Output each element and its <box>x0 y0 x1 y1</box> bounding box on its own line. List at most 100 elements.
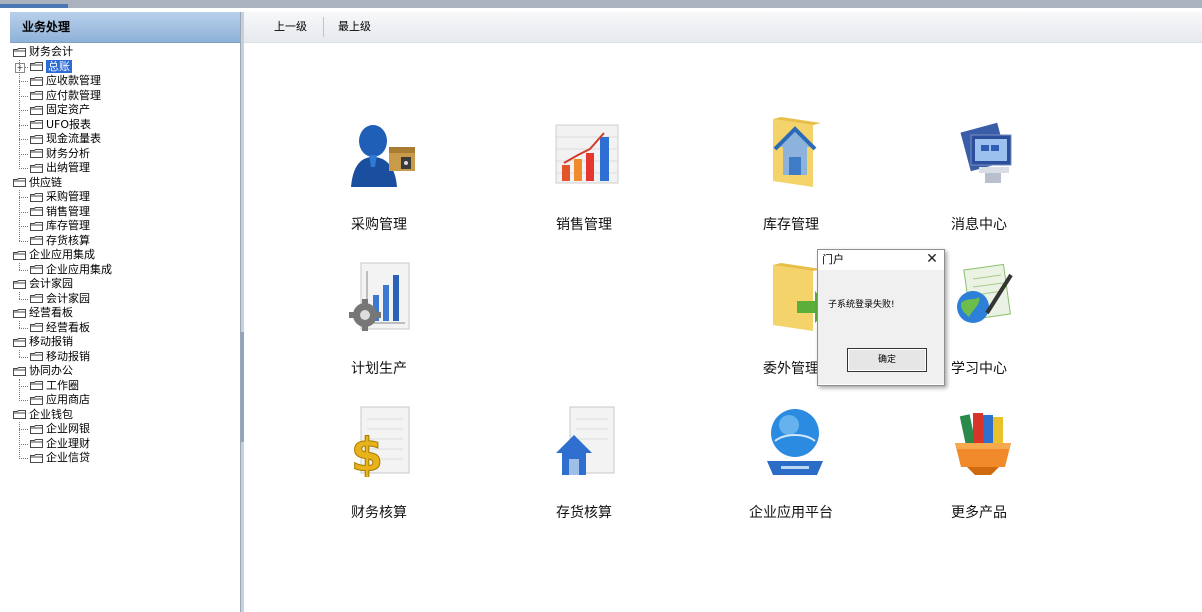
tree-item[interactable]: 会计家园 <box>10 292 240 307</box>
tree-item[interactable]: 应用商店 <box>10 393 240 408</box>
tree-item[interactable]: UFO报表 <box>10 118 240 133</box>
tree-item-label: 库存管理 <box>46 219 90 232</box>
tree-item[interactable]: 应付款管理 <box>10 89 240 104</box>
folder-icon <box>30 163 43 173</box>
tree-item-label: UFO报表 <box>46 117 92 131</box>
tree-group[interactable]: 财务会计 <box>10 45 240 60</box>
folder-icon <box>30 76 43 86</box>
dialog-footer: 确定 <box>818 340 944 384</box>
app-message-center[interactable]: 消息中心 <box>909 117 1049 247</box>
tree-item-label: 应用商店 <box>46 393 90 406</box>
app-label: 计划生产 <box>351 361 407 377</box>
folder-icon <box>30 62 43 71</box>
finance-dollar-icon: $ <box>347 405 415 483</box>
app-label: 库存管理 <box>763 217 819 233</box>
tree-item[interactable]: 销售管理 <box>10 205 240 220</box>
tree-item[interactable]: 企业网银 <box>10 422 240 437</box>
tree-item[interactable]: 企业应用集成 <box>10 263 240 278</box>
tree-item-label: 会计家园 <box>29 277 73 290</box>
app-inventory-mgmt[interactable]: 库存管理 <box>721 117 861 247</box>
dialog-title-bar: 门户 ✕ <box>818 250 944 270</box>
folder-icon <box>13 366 26 376</box>
tree-item-label: 会计家园 <box>46 291 90 305</box>
tree-item[interactable]: 经营看板 <box>10 321 240 336</box>
module-tree: 财务会计 + 总账 应收款管理 应付款管理 固定资产 UFO报表 现金流量表 财务分析 出纳管理供… <box>10 43 240 466</box>
folder-icon <box>30 439 43 448</box>
folder-icon <box>30 265 43 274</box>
tree-item-label: 销售管理 <box>46 204 90 218</box>
tree-group[interactable]: 移动报销 <box>10 335 240 350</box>
tree-connector <box>19 190 20 241</box>
tree-item-label: 现金流量表 <box>46 132 101 145</box>
tree-group[interactable]: 协同办公 <box>10 364 240 379</box>
tree-item-label: 协同办公 <box>29 364 73 377</box>
tree-item[interactable]: 固定资产 <box>10 103 240 118</box>
tree-item[interactable]: 存货核算 <box>10 234 240 249</box>
tree-item-label: 供应链 <box>29 175 62 189</box>
tree-item[interactable]: + 总账 <box>10 59 240 75</box>
tree-group[interactable]: 企业应用集成 <box>10 248 240 263</box>
folder-icon <box>30 453 43 463</box>
tree-group[interactable]: 会计家园 <box>10 277 240 292</box>
tree-item[interactable]: 出纳管理 <box>10 161 240 176</box>
app-inventory-accounting[interactable]: 存货核算 <box>514 405 654 535</box>
tree-item-label: 企业应用集成 <box>46 262 112 276</box>
tree-item[interactable]: 企业信贷 <box>10 451 240 466</box>
app-label: 存货核算 <box>556 505 612 521</box>
ok-button[interactable]: 确定 <box>847 348 927 372</box>
tree-item[interactable]: 企业理财 <box>10 437 240 452</box>
tree-group[interactable]: 企业钱包 <box>10 408 240 423</box>
app-production-plan[interactable]: 计划生产 <box>309 261 449 391</box>
folder-icon <box>30 134 43 144</box>
expand-icon[interactable]: + <box>15 62 25 73</box>
folder-icon <box>30 395 43 405</box>
tree-item-label: 企业应用集成 <box>29 248 95 261</box>
app-label: 采购管理 <box>351 217 407 233</box>
folder-icon <box>30 120 43 129</box>
tree-item-label: 财务会计 <box>29 45 73 58</box>
sales-bar-chart-icon <box>552 117 620 187</box>
folder-icon <box>30 381 43 390</box>
folder-icon <box>30 236 43 245</box>
folder-icon <box>30 323 43 332</box>
app-sales[interactable]: 销售管理 <box>514 117 654 247</box>
app-finance-accounting[interactable]: $ 财务核算 <box>309 405 449 535</box>
tree-item[interactable]: 采购管理 <box>10 190 240 205</box>
top-level-button[interactable]: 最上级 <box>324 12 385 42</box>
app-purchase[interactable]: 采购管理 <box>309 117 449 247</box>
up-one-level-button[interactable]: 上一级 <box>260 12 321 42</box>
tree-group[interactable]: 供应链 <box>10 176 240 191</box>
tree-item[interactable]: 财务分析 <box>10 147 240 162</box>
app-label: 企业应用平台 <box>749 505 833 521</box>
nav-toolbar: 上一级 最上级 <box>244 12 1202 43</box>
tree-item-label: 应付款管理 <box>46 88 101 102</box>
tree-connector <box>19 349 20 357</box>
tree-connector <box>19 59 20 169</box>
tree-item-label: 经营看板 <box>46 320 90 334</box>
more-products-books-icon <box>947 405 1015 475</box>
tree-item-label: 财务分析 <box>46 146 90 160</box>
tree-item[interactable]: 移动报销 <box>10 350 240 365</box>
app-label: 消息中心 <box>951 217 1007 233</box>
folder-icon <box>30 149 43 158</box>
app-more-products[interactable]: 更多产品 <box>909 405 1049 535</box>
tree-item[interactable]: 现金流量表 <box>10 132 240 147</box>
folder-icon <box>13 250 26 260</box>
svg-text:$: $ <box>351 428 383 477</box>
close-icon[interactable]: ✕ <box>926 252 938 266</box>
folder-icon <box>30 221 43 231</box>
tree-item[interactable]: 应收款管理 <box>10 74 240 89</box>
app-enterprise-platform[interactable]: 企业应用平台 <box>721 405 861 535</box>
folder-icon <box>30 352 43 361</box>
tree-connector <box>19 320 20 328</box>
folder-icon <box>30 91 43 100</box>
tree-item[interactable]: 库存管理 <box>10 219 240 234</box>
platform-globe-icon <box>759 405 827 475</box>
tree-item-label: 出纳管理 <box>46 161 90 174</box>
folder-icon <box>30 192 43 202</box>
tree-connector <box>19 378 20 401</box>
folder-icon <box>13 47 26 57</box>
tree-group[interactable]: 经营看板 <box>10 306 240 321</box>
tree-item[interactable]: 工作圈 <box>10 379 240 394</box>
tree-item-label: 企业网银 <box>46 422 90 435</box>
